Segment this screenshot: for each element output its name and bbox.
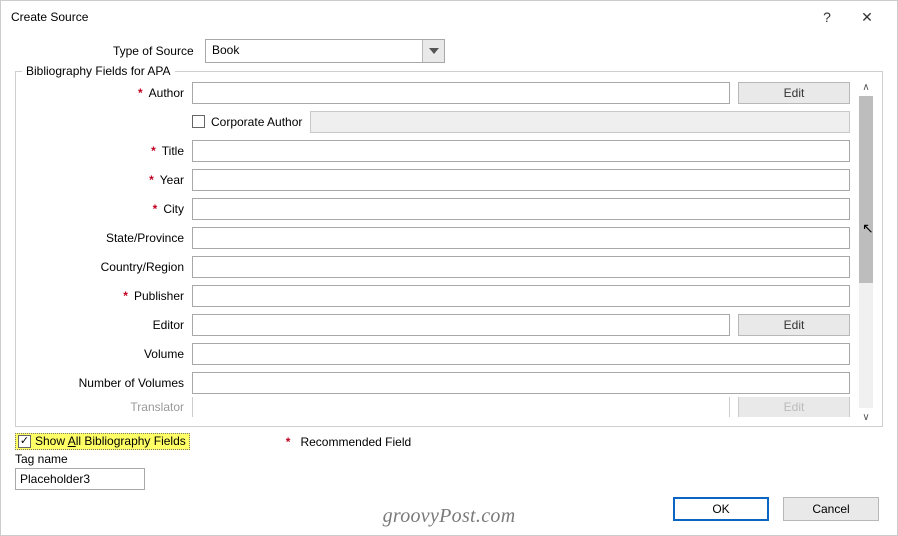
- field-label: State/Province: [106, 231, 184, 245]
- show-all-fields-label: Show All Bibliography Fields: [35, 434, 186, 448]
- field-row-volume: Volume: [22, 339, 850, 368]
- field-label: Year: [160, 173, 184, 187]
- field-row-state: State/Province: [22, 223, 850, 252]
- volume-input[interactable]: [192, 343, 850, 365]
- translator-input[interactable]: [192, 397, 730, 417]
- type-of-source-value: Book: [206, 40, 422, 62]
- scroll-up-icon[interactable]: ∧: [856, 80, 876, 94]
- show-all-fields-checkbox[interactable]: [18, 435, 31, 448]
- tag-name-input[interactable]: [15, 468, 145, 490]
- field-label: Country/Region: [101, 260, 184, 274]
- field-row-author: * Author Edit: [22, 78, 850, 107]
- field-label: Publisher: [134, 289, 184, 303]
- year-input[interactable]: [192, 169, 850, 191]
- type-of-source-row: Type of Source Book: [15, 39, 883, 63]
- required-star: *: [149, 173, 154, 187]
- title-input[interactable]: [192, 140, 850, 162]
- type-of-source-select[interactable]: Book: [205, 39, 445, 63]
- scroll-down-icon[interactable]: ∨: [856, 410, 876, 424]
- required-star: *: [286, 435, 291, 449]
- editor-input[interactable]: [192, 314, 730, 336]
- tag-name-label: Tag name: [15, 452, 883, 466]
- translator-edit-button[interactable]: Edit: [738, 397, 850, 417]
- chevron-down-icon: [422, 40, 444, 62]
- state-province-input[interactable]: [192, 227, 850, 249]
- recommended-field-legend: * Recommended Field: [286, 435, 411, 449]
- number-of-volumes-input[interactable]: [192, 372, 850, 394]
- publisher-input[interactable]: [192, 285, 850, 307]
- corporate-author-input-disabled: [310, 111, 850, 133]
- editor-edit-button[interactable]: Edit: [738, 314, 850, 336]
- cancel-button[interactable]: Cancel: [783, 497, 879, 521]
- field-label: Translator: [130, 400, 184, 414]
- author-edit-button[interactable]: Edit: [738, 82, 850, 104]
- fieldset-legend: Bibliography Fields for APA: [22, 64, 175, 78]
- required-star: *: [138, 86, 143, 100]
- scrollbar[interactable]: ∧ ∨: [856, 78, 876, 426]
- field-row-country: Country/Region: [22, 252, 850, 281]
- field-row-editor: Editor Edit: [22, 310, 850, 339]
- author-input[interactable]: [192, 82, 730, 104]
- scroll-thumb[interactable]: [859, 96, 873, 283]
- corporate-author-row: Corporate Author: [22, 107, 850, 136]
- field-label: Editor: [153, 318, 184, 332]
- field-row-title: * Title: [22, 136, 850, 165]
- show-all-fields-checkbox-group[interactable]: Show All Bibliography Fields: [15, 433, 190, 450]
- close-icon[interactable]: ✕: [847, 5, 887, 29]
- title-bar: Create Source ? ✕: [1, 1, 897, 31]
- field-row-city: * City: [22, 194, 850, 223]
- field-row-translator: Translator Edit: [22, 397, 850, 417]
- dialog-title: Create Source: [11, 10, 807, 24]
- field-label: Number of Volumes: [79, 376, 184, 390]
- required-star: *: [123, 289, 128, 303]
- help-icon[interactable]: ?: [807, 5, 847, 29]
- corporate-author-checkbox[interactable]: [192, 115, 205, 128]
- city-input[interactable]: [192, 198, 850, 220]
- required-star: *: [153, 202, 158, 216]
- country-region-input[interactable]: [192, 256, 850, 278]
- field-label: Title: [162, 144, 184, 158]
- field-row-year: * Year: [22, 165, 850, 194]
- field-label: City: [163, 202, 184, 216]
- field-label: Volume: [144, 347, 184, 361]
- type-of-source-label: Type of Source: [15, 44, 205, 58]
- field-row-numvolumes: Number of Volumes: [22, 368, 850, 397]
- bibliography-fieldset: Bibliography Fields for APA * Author Edi…: [15, 71, 883, 427]
- required-star: *: [151, 144, 156, 158]
- ok-button[interactable]: OK: [673, 497, 769, 521]
- field-row-publisher: * Publisher: [22, 281, 850, 310]
- corporate-author-label: Corporate Author: [211, 115, 302, 129]
- field-label: Author: [149, 86, 184, 100]
- scroll-track[interactable]: [859, 96, 873, 408]
